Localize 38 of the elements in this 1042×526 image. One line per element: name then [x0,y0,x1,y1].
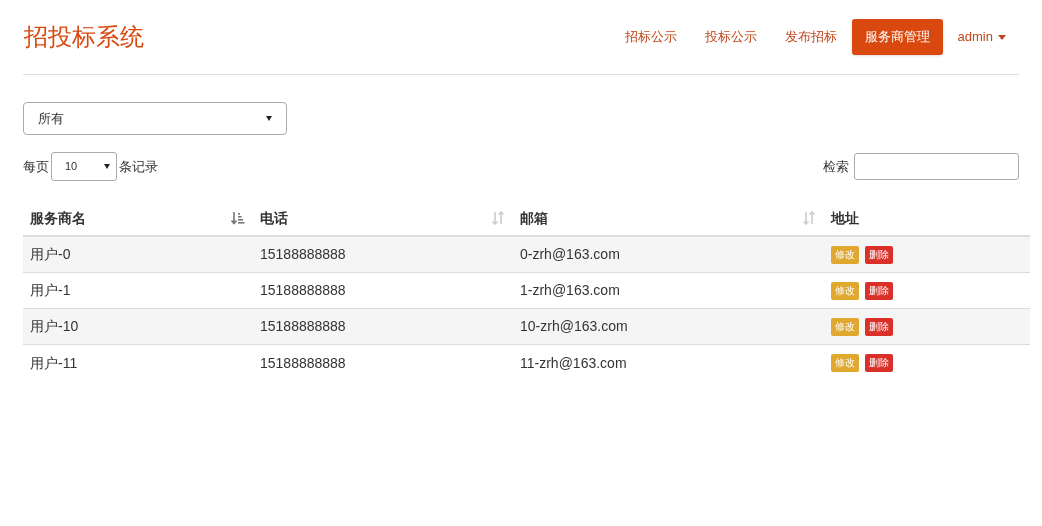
nav-link[interactable]: 发布招标 [771,19,850,55]
delete-button[interactable]: 删除 [865,245,893,264]
column-header[interactable]: 服务商名 [30,207,86,229]
nav-link[interactable]: 招标公示 [611,19,690,55]
nav-link[interactable]: 服务商管理 [851,19,943,55]
search-label: 检索 [823,157,849,176]
delete-button[interactable]: 删除 [865,281,893,300]
filter-select[interactable]: 所有 [23,102,287,135]
search-field[interactable] [854,153,1019,180]
column-header[interactable]: 电话 [260,207,288,229]
sort-icon[interactable] [802,211,816,225]
table-cell: 15188888888 [260,246,346,262]
brand-title[interactable]: 招投标系统 [24,19,144,55]
nav-link[interactable]: 投标公示 [691,19,770,55]
caret-icon [998,34,1006,40]
sort-icon[interactable] [491,211,505,225]
delete-button[interactable]: 删除 [865,317,893,336]
table-cell: 15188888888 [260,318,346,334]
page-size-label: 条记录 [119,157,158,176]
table-cell: 11-zrh@163.com [520,354,627,371]
page-size-select[interactable]: 10 [51,152,117,181]
table-cell: 15188888888 [260,282,346,298]
sort-descending-icon[interactable] [231,211,245,225]
user-menu[interactable]: admin [944,19,1019,55]
dropdown-arrow-icon [104,164,110,169]
column-header[interactable]: 地址 [831,207,859,229]
table-cell: 用户-10 [30,318,79,334]
table-cell: 10-zrh@163.com [520,318,628,334]
table-cell: 用户-0 [30,246,71,262]
table-cell: 用户-1 [30,282,71,298]
page-size-label: 每页 [23,157,49,176]
delete-button[interactable]: 删除 [865,354,893,372]
table-cell: 用户-11 [30,354,78,371]
table-cell: 0-zrh@163.com [520,246,620,262]
table-cell: 1-zrh@163.com [520,282,620,298]
dropdown-arrow-icon [266,116,272,121]
column-header[interactable]: 邮箱 [520,207,548,229]
table-cell: 15188888888 [260,354,346,371]
